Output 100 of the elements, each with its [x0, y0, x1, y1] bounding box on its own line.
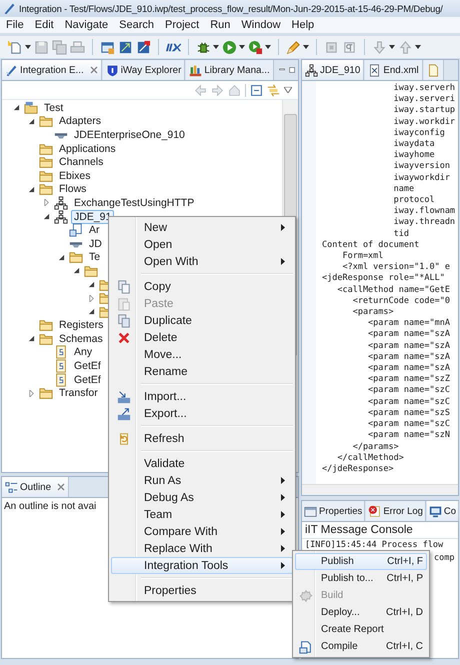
menu-item[interactable]: Integration Tools	[111, 557, 293, 574]
code-line: iwayworkdir	[392, 172, 451, 184]
triangle-icon[interactable]	[43, 213, 50, 220]
tree-item[interactable]: Applications	[56, 142, 119, 156]
menu-item[interactable]: Replace With	[111, 540, 293, 557]
run-icon[interactable]	[222, 40, 237, 54]
menu-item[interactable]: Open	[111, 236, 293, 253]
caret-icon[interactable]	[25, 45, 31, 49]
flagged-tile-icon[interactable]	[136, 40, 151, 54]
menu-item[interactable]: Properties	[111, 582, 293, 599]
submenu-arrow-icon	[281, 258, 285, 265]
close-icon[interactable]	[90, 66, 98, 74]
close-icon[interactable]	[57, 483, 66, 491]
menu-item[interactable]: Import...	[111, 388, 293, 405]
triangle-icon[interactable]	[58, 254, 65, 261]
menu-item[interactable]: Compile Ctrl+I, C	[295, 638, 427, 655]
tree-item[interactable]: Ebixes	[56, 168, 94, 183]
menu-item[interactable]: Search	[119, 19, 154, 31]
folder-icon	[39, 332, 53, 346]
menu-item[interactable]: Window	[241, 19, 281, 31]
collapse-all-icon[interactable]	[250, 84, 263, 96]
error-log-icon	[368, 504, 382, 518]
view-tab[interactable]: Properties	[302, 501, 366, 521]
menu-item[interactable]: Publish Ctrl+I, F	[295, 553, 427, 570]
menu-item[interactable]: Deploy... Ctrl+I, D	[295, 604, 427, 621]
caret-icon[interactable]	[389, 45, 395, 49]
editor-tab[interactable]	[424, 60, 444, 80]
arrow-tile-icon[interactable]	[118, 40, 133, 54]
sync-arrows-icon[interactable]	[267, 84, 280, 96]
tree-item[interactable]: ExchangeTestUsingHTTP	[71, 196, 198, 210]
menu-item[interactable]: File	[6, 19, 24, 31]
triangle-icon[interactable]	[28, 186, 35, 193]
tree-item[interactable]: Adapters	[56, 114, 104, 128]
scrollbar[interactable]	[302, 484, 458, 495]
menu-item[interactable]: Duplicate	[111, 312, 293, 329]
view-tab[interactable]: Co	[426, 501, 459, 521]
menu-item[interactable]: Edit	[34, 19, 54, 31]
menu-item[interactable]: Export...	[111, 405, 293, 422]
menu-item[interactable]: Navigate	[64, 19, 108, 31]
tree-item[interactable]: Registers	[56, 318, 106, 332]
tree-item[interactable]: Te	[86, 250, 104, 264]
menu-item[interactable]: Rename	[111, 363, 293, 380]
bug-icon[interactable]	[196, 40, 211, 54]
code-line: iway.flownam	[392, 206, 456, 218]
menu-item[interactable]: Project	[164, 19, 200, 31]
view-tab[interactable]: Error Log	[366, 501, 426, 521]
menu-item[interactable]: Create Report	[295, 621, 427, 638]
shield-icon	[106, 64, 119, 76]
caret-icon[interactable]	[415, 45, 421, 49]
menu-item[interactable]: Run As	[111, 472, 293, 489]
run-tool-icon[interactable]	[248, 40, 263, 54]
maximize-icon[interactable]	[288, 65, 295, 75]
menu-item[interactable]: Debug As	[111, 489, 293, 506]
new-file-icon[interactable]	[8, 40, 23, 54]
menu-item[interactable]: Delete	[111, 329, 293, 346]
menu-item[interactable]: Compare With	[111, 523, 293, 540]
view-tab[interactable]: iWay Explorer	[102, 60, 186, 80]
code-line: <param name="szC	[367, 419, 451, 430]
tree-item[interactable]: Transfor	[56, 386, 101, 400]
tree-item[interactable]: Channels	[56, 155, 106, 170]
menu-item[interactable]: Copy	[111, 278, 293, 295]
caret-icon[interactable]	[213, 45, 219, 49]
menu-item[interactable]: Validate	[111, 455, 293, 472]
view-menu-icon[interactable]	[284, 87, 292, 93]
code-line: iwayversion	[392, 161, 451, 173]
triangle-icon[interactable]	[73, 267, 80, 274]
menu-item[interactable]: Refresh	[111, 430, 293, 447]
caret-icon[interactable]	[239, 45, 245, 49]
triangle-icon[interactable]	[28, 118, 35, 125]
pilcrow-icon[interactable]	[342, 40, 357, 54]
editor-tab[interactable]: End.xml	[365, 60, 423, 80]
tree-item[interactable]: GetEf	[71, 359, 104, 374]
tree-item[interactable]: JDEEnterpriseOne_910	[71, 128, 188, 142]
menu-item[interactable]: Move...	[111, 346, 293, 363]
menu-item[interactable]: Team	[111, 506, 293, 523]
view-tab[interactable]: Outline	[2, 477, 70, 497]
tree-item[interactable]: Test	[41, 100, 66, 115]
folder-icon	[39, 168, 53, 183]
tree-item[interactable]: Any	[71, 345, 96, 360]
view-tab[interactable]: Integration E...	[2, 60, 102, 80]
gear-icon	[299, 588, 313, 602]
menu-item[interactable]: Open With	[111, 253, 293, 270]
tree-item[interactable]: JD	[86, 236, 105, 251]
menu-item[interactable]: Run	[210, 19, 230, 31]
menu-item[interactable]: Publish to... Ctrl+I, P	[295, 570, 427, 587]
triangle-icon[interactable]	[28, 335, 35, 342]
triangle-icon[interactable]	[88, 281, 95, 288]
view-tab[interactable]: Library Mana...	[186, 60, 274, 80]
tree-item[interactable]: Ar	[86, 223, 102, 238]
caret-icon[interactable]	[265, 45, 271, 49]
triangle-icon[interactable]	[88, 308, 95, 316]
triangle-icon[interactable]	[13, 104, 20, 112]
tree-item[interactable]: Flows	[56, 182, 90, 196]
code-line: <param name="szN	[367, 430, 451, 442]
menu-item[interactable]: Help	[292, 19, 314, 31]
editor-tab[interactable]: JDE_910	[302, 60, 364, 80]
tree-item[interactable]: Schemas	[56, 332, 106, 346]
tree-item[interactable]: GetEf	[71, 372, 104, 387]
window-icon[interactable]	[100, 40, 115, 54]
caret-icon[interactable]	[303, 45, 309, 49]
